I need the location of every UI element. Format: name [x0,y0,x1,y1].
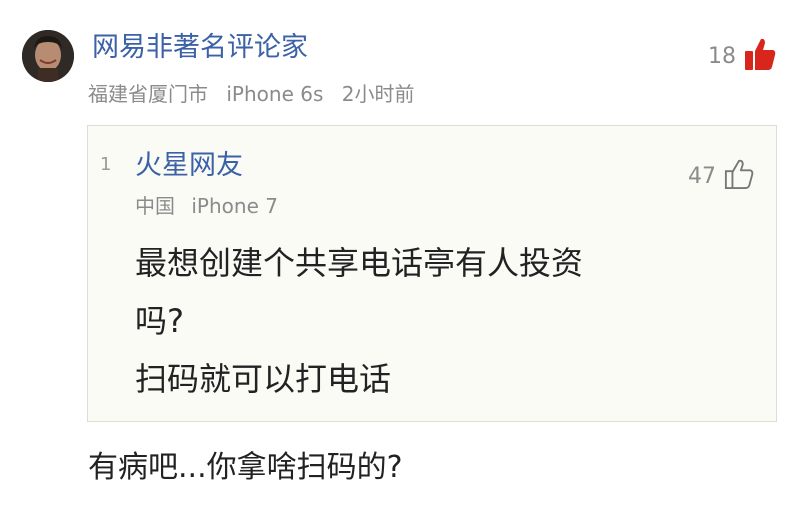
user-portrait-icon [22,30,74,82]
quoted-comment: 1 火星网友 中国 iPhone 7 47 最想创建个共享电话亭有人投资 吗? … [87,125,777,422]
quoted-content-line: 最想创建个共享电话亭有人投资 [135,244,584,282]
comment-meta: 福建省厦门市 iPhone 6s 2小时前 [88,80,426,108]
quoted-username[interactable]: 火星网友 [135,148,243,184]
comment-username[interactable]: 网易非著名评论家 [92,30,308,66]
quoted-content: 最想创建个共享电话亭有人投资 吗? 扫码就可以打电话 [135,234,705,408]
quoted-like-count: 47 [688,163,716,189]
avatar[interactable] [22,30,74,82]
comment-location: 福建省厦门市 [88,82,208,106]
quoted-location: 中国 [135,194,175,218]
floor-number: 1 [100,154,112,175]
quoted-content-line: 吗? [135,302,184,340]
quoted-content-line: 扫码就可以打电话 [135,360,392,398]
comment-reply-text: 有病吧...你拿啥扫码的? [88,450,403,485]
comment-like-count: 18 [708,43,736,69]
thumbs-up-filled-icon[interactable] [744,37,776,75]
comment-time: 2小时前 [341,82,415,106]
comment-device: iPhone 6s [226,82,324,106]
quoted-device: iPhone 7 [191,194,278,218]
quoted-like-button[interactable]: 47 [688,156,754,196]
thumbs-up-outline-icon[interactable] [724,158,754,194]
quoted-meta: 中国 iPhone 7 [135,192,288,220]
comment-like-button[interactable]: 18 [708,36,776,76]
